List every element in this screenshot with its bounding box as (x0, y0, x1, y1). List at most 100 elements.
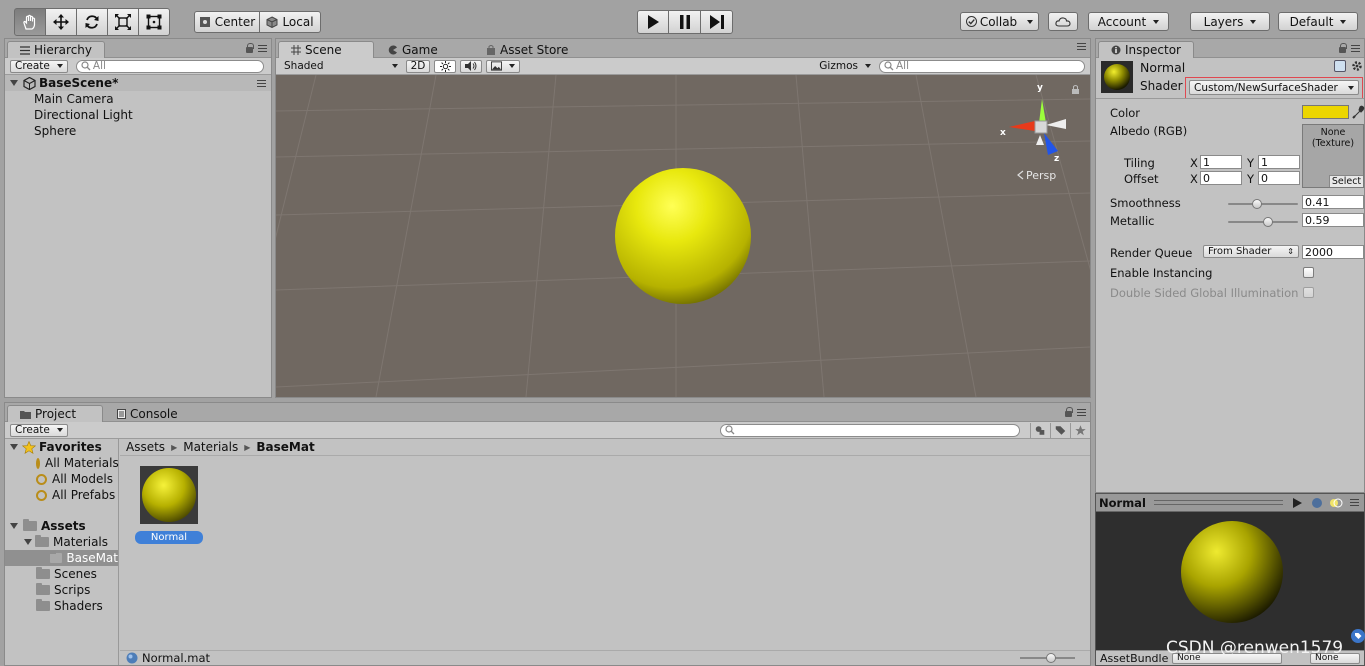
tab-inspector[interactable]: Inspector (1098, 41, 1194, 58)
breadcrumb-item[interactable]: Materials (183, 440, 238, 454)
move-tool-button[interactable] (45, 8, 77, 36)
folder-row[interactable]: Scrips (5, 582, 118, 598)
tiling-y-field[interactable]: 1 (1258, 155, 1300, 169)
effects-dropdown[interactable] (486, 59, 520, 73)
rotate-tool-button[interactable] (76, 8, 108, 36)
play-preview-icon[interactable] (1291, 497, 1303, 508)
pivot-space-button[interactable]: Local (259, 11, 321, 33)
thumbnail-size-handle[interactable] (1046, 653, 1056, 663)
scene-viewport[interactable]: y x z Persp (276, 75, 1090, 397)
instancing-checkbox[interactable] (1303, 267, 1314, 278)
help-book-icon[interactable] (1334, 60, 1346, 72)
assets-row[interactable]: Assets (5, 518, 118, 534)
hierarchy-item[interactable]: Sphere (5, 123, 271, 139)
asset-tile-normal[interactable]: Normal (135, 465, 203, 545)
scene-row[interactable]: BaseScene* (5, 75, 271, 91)
filter-type-icon[interactable] (1030, 422, 1050, 438)
orientation-gizmo[interactable]: y x z Persp (1000, 83, 1066, 182)
expand-arrow-icon[interactable] (10, 80, 18, 86)
panel-menu-icon[interactable] (258, 44, 267, 52)
sphere-preview-icon[interactable] (1311, 497, 1323, 509)
hand-tool-button[interactable] (14, 8, 46, 36)
sphere-object[interactable] (615, 168, 751, 304)
hierarchy-search-input[interactable]: All (75, 59, 264, 73)
scene-search-input[interactable]: All (879, 59, 1085, 73)
render-queue-dropdown[interactable]: From Shader ⇕ (1203, 245, 1299, 258)
gear-icon[interactable] (1351, 60, 1363, 72)
mode-2d-button[interactable]: 2D (406, 59, 430, 73)
scene-panel: Scene Game Asset Store Shaded 2D Gizmos (275, 38, 1091, 398)
materials-row[interactable]: Materials (5, 534, 118, 550)
shading-dropdown[interactable]: Shaded (280, 60, 402, 73)
smoothness-slider-track[interactable] (1228, 203, 1298, 205)
offset-y-field[interactable]: 0 (1258, 171, 1300, 185)
smoothness-slider-handle[interactable] (1252, 199, 1262, 209)
lock-icon[interactable] (246, 43, 254, 53)
expand-arrow-icon[interactable] (10, 523, 18, 529)
dsgi-checkbox[interactable] (1303, 287, 1314, 298)
hierarchy-item[interactable]: Directional Light (5, 107, 271, 123)
scale-tool-button[interactable] (107, 8, 139, 36)
favorite-item[interactable]: All Materials (5, 455, 119, 471)
pivot-center-button[interactable]: Center (194, 11, 260, 33)
folder-row[interactable]: Scenes (5, 566, 118, 582)
expand-arrow-icon[interactable] (10, 444, 18, 450)
pause-button[interactable] (668, 10, 701, 34)
play-button[interactable] (637, 10, 669, 34)
shader-dropdown[interactable]: Custom/NewSurfaceShader (1189, 80, 1359, 95)
smoothness-field[interactable]: 0.41 (1302, 195, 1364, 209)
rect-tool-button[interactable] (138, 8, 170, 36)
breadcrumb-item[interactable]: Assets (126, 440, 165, 454)
tab-game[interactable]: Game (376, 41, 450, 58)
tab-project[interactable]: Project (7, 405, 103, 422)
offset-x-field[interactable]: 0 (1200, 171, 1242, 185)
basemat-row[interactable]: BaseMat (5, 550, 118, 566)
tab-hierarchy[interactable]: Hierarchy (7, 41, 106, 58)
account-dropdown[interactable]: Account (1088, 12, 1169, 31)
lock-icon[interactable] (1065, 407, 1073, 417)
persp-label[interactable]: Persp (1026, 169, 1056, 182)
favorites-row[interactable]: Favorites (5, 439, 118, 455)
lock-icon[interactable] (1339, 43, 1347, 53)
metallic-slider-handle[interactable] (1263, 217, 1273, 227)
render-queue-field[interactable]: 2000 (1302, 245, 1364, 259)
tiling-x-field[interactable]: 1 (1200, 155, 1242, 169)
albedo-texture-slot[interactable]: None (Texture) Select (1302, 124, 1364, 188)
metallic-field[interactable]: 0.59 (1302, 213, 1364, 227)
panel-menu-icon[interactable] (1351, 44, 1360, 52)
hierarchy-item[interactable]: Main Camera (5, 91, 271, 107)
filter-label-icon[interactable] (1050, 422, 1070, 438)
folder-row[interactable]: Shaders (5, 598, 118, 614)
lighting-toggle[interactable] (434, 59, 456, 73)
gizmos-dropdown[interactable]: Gizmos (815, 60, 875, 73)
expand-arrow-icon[interactable] (24, 539, 32, 545)
scene-menu-icon[interactable] (257, 80, 266, 87)
layout-dropdown[interactable]: Default (1278, 12, 1358, 31)
cloud-button[interactable] (1048, 12, 1078, 31)
tab-asset-store[interactable]: Asset Store (474, 41, 580, 58)
preview-menu-icon[interactable] (1350, 499, 1359, 506)
texture-select-button[interactable]: Select (1329, 175, 1363, 187)
favorite-item[interactable]: All Prefabs (5, 487, 118, 503)
breadcrumb-item[interactable]: BaseMat (256, 440, 314, 454)
step-button[interactable] (700, 10, 733, 34)
hierarchy-create-dropdown[interactable]: Create (10, 59, 68, 73)
favorite-star-icon[interactable] (1070, 422, 1090, 438)
layers-dropdown[interactable]: Layers (1190, 12, 1270, 31)
tag-icon[interactable] (1351, 629, 1365, 643)
thumbnail-size-slider[interactable] (1020, 653, 1075, 663)
tab-scene[interactable]: Scene (278, 41, 374, 58)
panel-menu-icon[interactable] (1077, 408, 1086, 416)
color-swatch[interactable] (1302, 105, 1349, 119)
panel-menu-icon[interactable] (1077, 43, 1086, 50)
favorite-item[interactable]: All Models (5, 471, 118, 487)
eyedropper-icon[interactable] (1352, 105, 1365, 119)
light-preview-icon[interactable] (1329, 497, 1343, 509)
tab-console[interactable]: Console (105, 405, 190, 422)
audio-toggle[interactable] (460, 59, 482, 73)
drag-handle[interactable] (1153, 500, 1283, 505)
scene-lock-icon[interactable] (1072, 85, 1079, 95)
project-search-input[interactable] (720, 423, 1020, 437)
collab-dropdown[interactable]: Collab (960, 12, 1039, 31)
project-create-dropdown[interactable]: Create (10, 423, 68, 437)
